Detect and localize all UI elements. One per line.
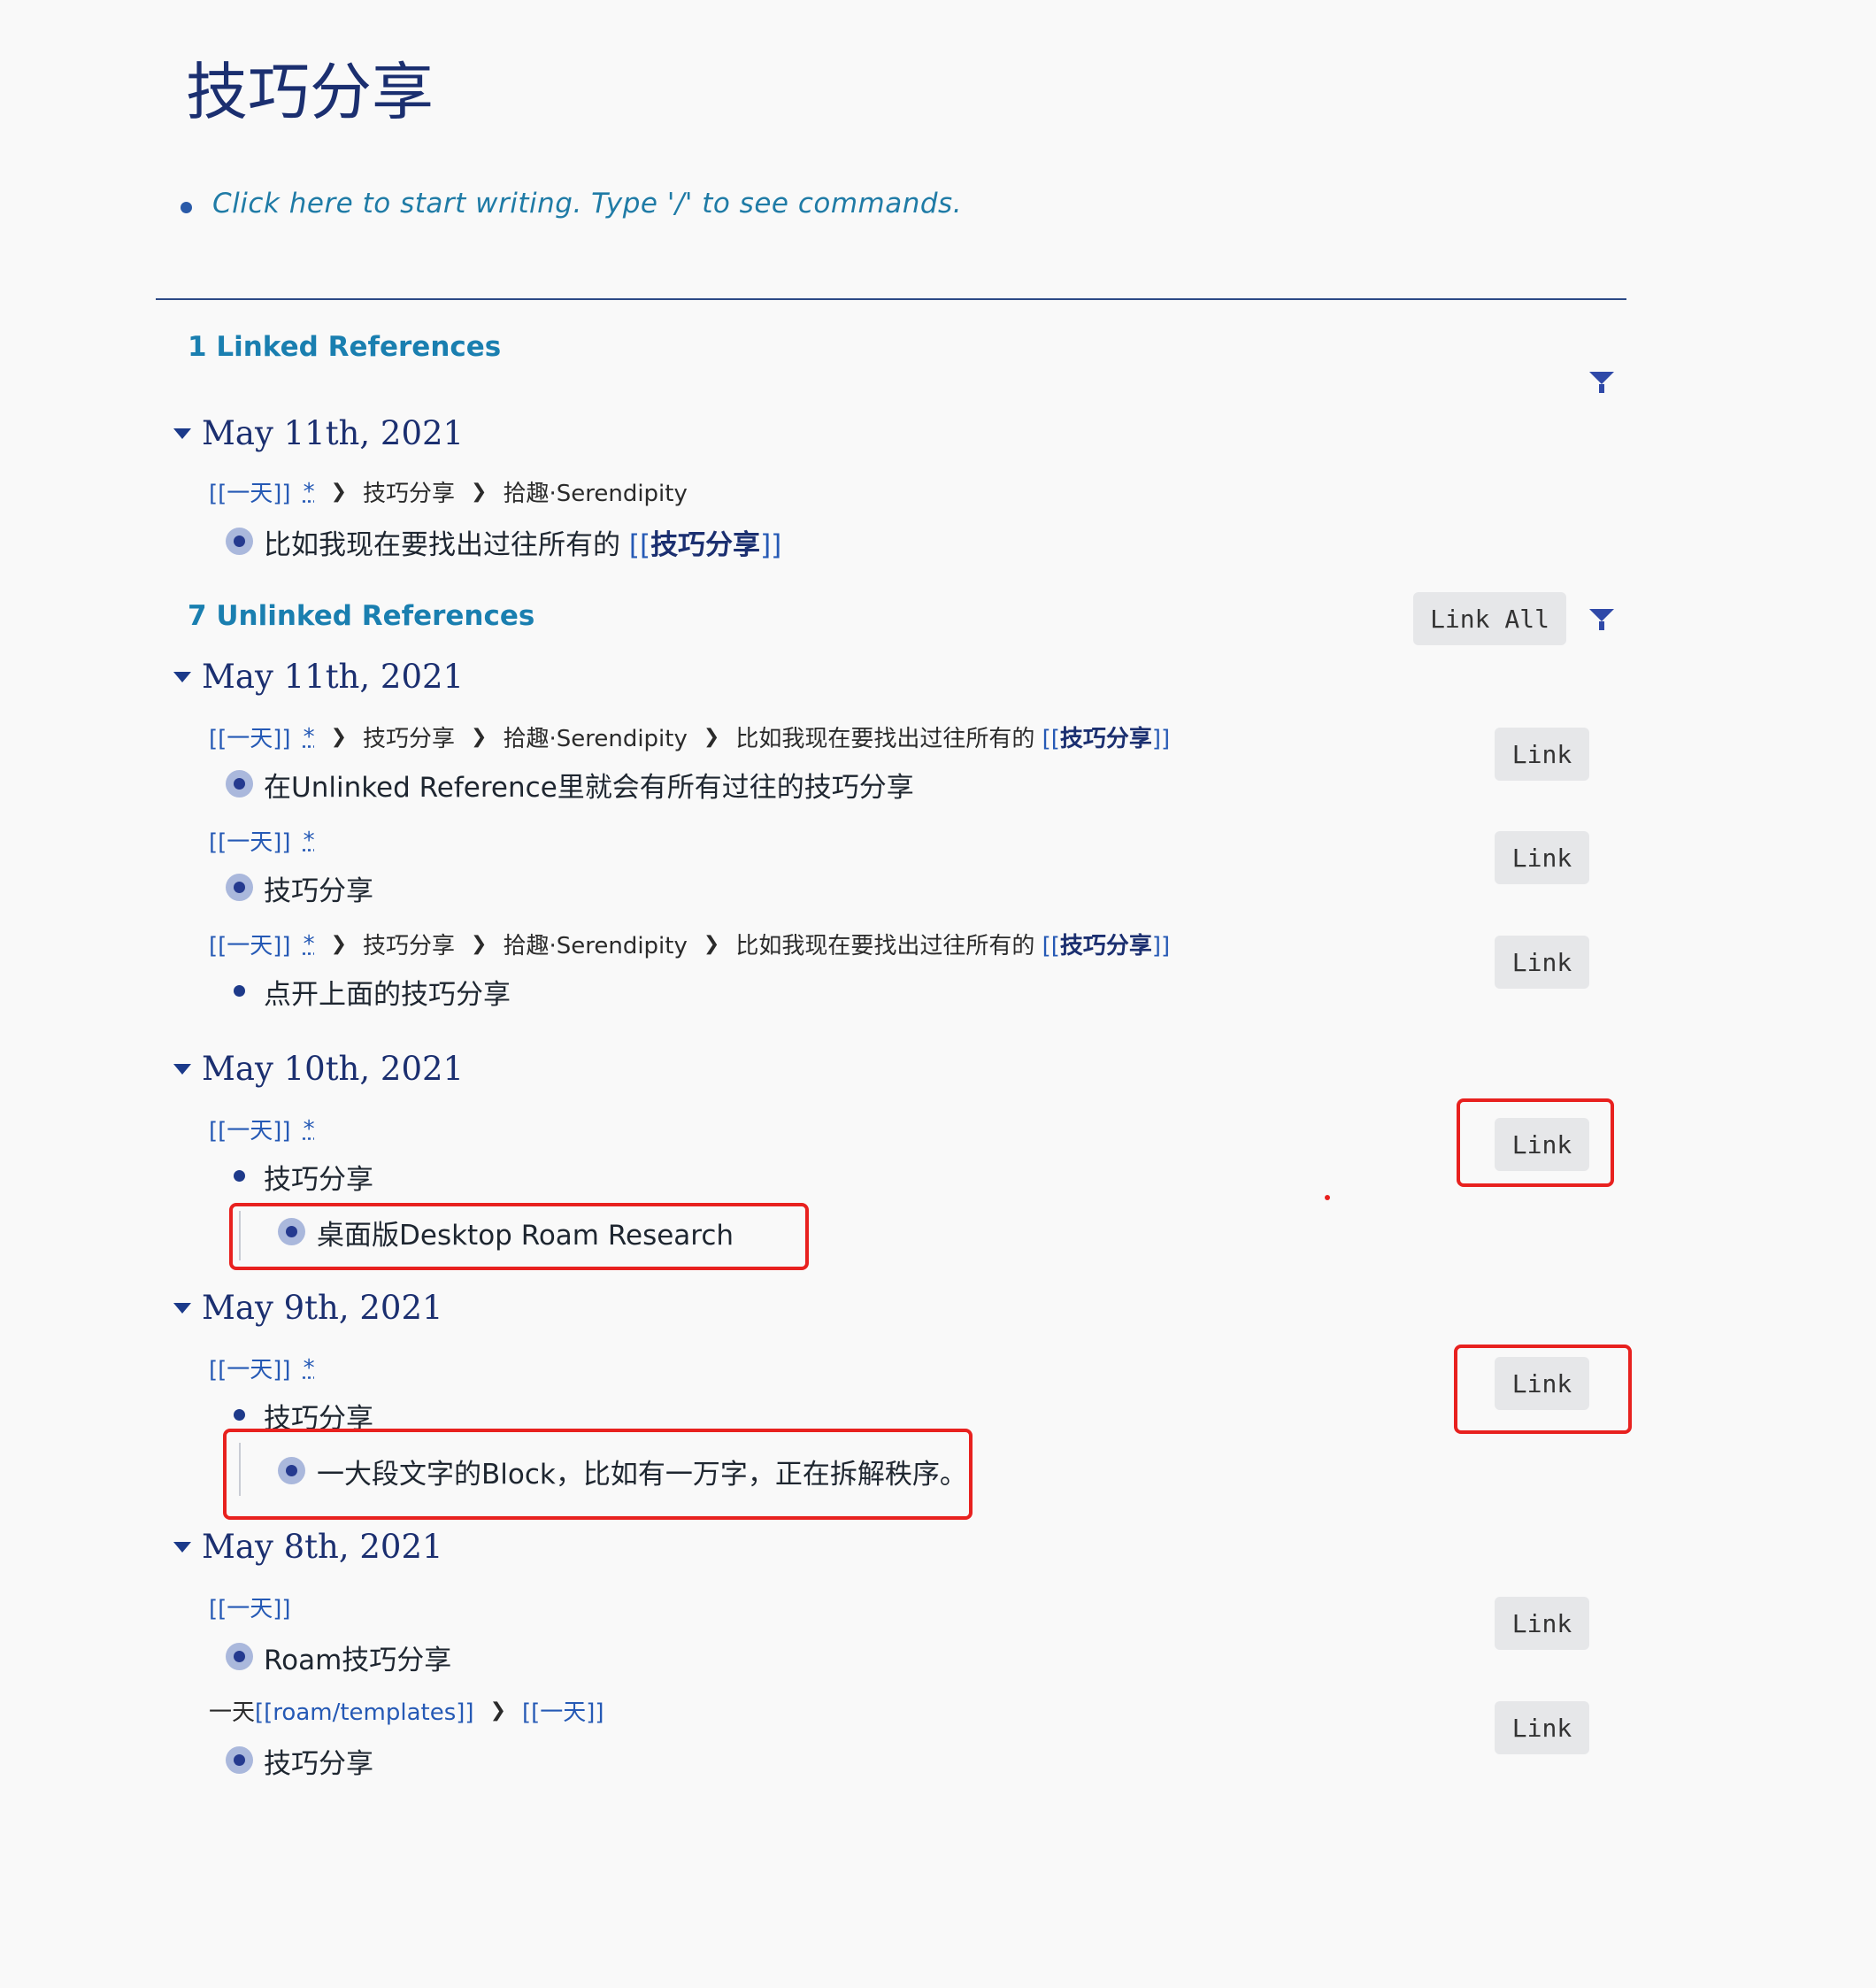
- breadcrumb: [[一天]] * ❯ 技巧分享 ❯ 拾趣·Serendipity: [209, 475, 688, 508]
- collapsed-bullet-icon[interactable]: [226, 770, 253, 798]
- collapse-caret-icon[interactable]: [173, 1303, 191, 1314]
- reference-block[interactable]: 技巧分享: [264, 1741, 373, 1781]
- link-all-button[interactable]: Link All: [1413, 592, 1566, 645]
- chevron-right-icon: ❯: [703, 933, 720, 955]
- breadcrumb: [[一天]] * ❯ 技巧分享 ❯ 拾趣·Serendipity ❯ 比如我现在…: [209, 928, 1170, 960]
- breadcrumb: [[一天]] *: [209, 1352, 315, 1384]
- breadcrumb: [[一天]] *: [209, 824, 315, 857]
- chevron-right-icon: ❯: [703, 726, 720, 748]
- linked-references-heading[interactable]: 1 Linked References: [188, 331, 501, 363]
- reference-date[interactable]: May 11th, 2021: [202, 414, 464, 452]
- page-reference[interactable]: 技巧分享: [1060, 933, 1152, 959]
- linked-filter-icon[interactable]: [1589, 372, 1614, 393]
- chevron-right-icon: ❯: [471, 726, 488, 748]
- breadcrumb-link[interactable]: *: [304, 931, 315, 958]
- reference-date[interactable]: May 11th, 2021: [202, 658, 464, 696]
- link-button[interactable]: Link: [1495, 936, 1589, 989]
- breadcrumb-link[interactable]: [[一天]]: [522, 1694, 604, 1727]
- chevron-right-icon: ❯: [471, 933, 488, 955]
- reference-block[interactable]: 技巧分享: [264, 1157, 373, 1197]
- link-button[interactable]: Link: [1495, 1701, 1589, 1754]
- collapsed-bullet-icon[interactable]: [226, 528, 253, 555]
- breadcrumb-link[interactable]: [[一天]]: [209, 475, 291, 508]
- breadcrumb-item[interactable]: 拾趣·Serendipity: [503, 475, 687, 508]
- breadcrumb-link[interactable]: [[一天]]: [209, 928, 291, 960]
- chevron-right-icon: ❯: [471, 481, 488, 503]
- collapsed-bullet-icon[interactable]: [226, 1643, 253, 1670]
- empty-block-placeholder[interactable]: Click here to start writing. Type '/' to…: [212, 188, 962, 220]
- breadcrumb-item[interactable]: 比如我现在要找出过往所有的 [[技巧分享]]: [735, 720, 1170, 753]
- reference-date[interactable]: May 10th, 2021: [202, 1050, 464, 1088]
- reference-block[interactable]: 比如我现在要找出过往所有的 [[技巧分享]]: [264, 522, 781, 562]
- breadcrumb-item[interactable]: 比如我现在要找出过往所有的 [[技巧分享]]: [735, 928, 1170, 960]
- block-bullet[interactable]: [181, 202, 192, 213]
- page-reference[interactable]: 技巧分享: [650, 529, 760, 561]
- breadcrumb-link[interactable]: *: [304, 724, 315, 751]
- reference-block[interactable]: Roam技巧分享: [264, 1637, 451, 1677]
- breadcrumb-link[interactable]: *: [304, 1116, 315, 1143]
- collapsed-bullet-icon[interactable]: [226, 874, 253, 901]
- unlinked-filter-icon[interactable]: [1589, 609, 1614, 630]
- page-reference[interactable]: [[roam/templates]]: [255, 1699, 474, 1726]
- breadcrumb-link[interactable]: [[一天]]: [209, 824, 291, 857]
- breadcrumb: [[一天]] * ❯ 技巧分享 ❯ 拾趣·Serendipity ❯ 比如我现在…: [209, 720, 1170, 753]
- reference-block[interactable]: 在Unlinked Reference里就会有所有过往的技巧分享: [264, 765, 914, 805]
- collapse-caret-icon[interactable]: [173, 1064, 191, 1075]
- annotation-dot: [1325, 1195, 1330, 1200]
- link-button[interactable]: Link: [1495, 728, 1589, 781]
- chevron-right-icon: ❯: [330, 933, 348, 955]
- page-title[interactable]: 技巧分享: [186, 42, 434, 132]
- link-button[interactable]: Link: [1495, 1118, 1589, 1171]
- block-bullet[interactable]: [234, 1170, 245, 1182]
- collapse-caret-icon[interactable]: [173, 672, 191, 682]
- breadcrumb-link[interactable]: [[一天]]: [209, 1591, 291, 1623]
- chevron-right-icon: ❯: [489, 1699, 506, 1722]
- breadcrumb-item[interactable]: 拾趣·Serendipity: [503, 720, 687, 753]
- chevron-right-icon: ❯: [330, 726, 348, 748]
- breadcrumb-link[interactable]: [[一天]]: [209, 720, 291, 753]
- breadcrumb: 一天[[roam/templates]] ❯ [[一天]]: [209, 1694, 604, 1727]
- unlinked-references-heading[interactable]: 7 Unlinked References: [188, 600, 534, 632]
- reference-date[interactable]: May 9th, 2021: [202, 1289, 443, 1327]
- references-divider: [156, 298, 1626, 300]
- collapse-caret-icon[interactable]: [173, 1542, 191, 1553]
- breadcrumb-item[interactable]: 拾趣·Serendipity: [503, 928, 687, 960]
- reference-block[interactable]: 技巧分享: [264, 868, 373, 908]
- chevron-right-icon: ❯: [330, 481, 348, 503]
- link-button[interactable]: Link: [1495, 831, 1589, 884]
- breadcrumb-item[interactable]: 一天[[roam/templates]]: [209, 1694, 474, 1727]
- breadcrumb-link[interactable]: *: [304, 479, 315, 505]
- link-button[interactable]: Link: [1495, 1597, 1589, 1650]
- collapse-caret-icon[interactable]: [173, 428, 191, 439]
- annotation-highlight-box: [229, 1203, 809, 1270]
- breadcrumb-link[interactable]: [[一天]]: [209, 1352, 291, 1384]
- breadcrumb-item[interactable]: 技巧分享: [363, 475, 455, 508]
- reference-date[interactable]: May 8th, 2021: [202, 1528, 443, 1566]
- breadcrumb-link[interactable]: *: [304, 1355, 315, 1382]
- breadcrumb-link[interactable]: [[一天]]: [209, 1113, 291, 1145]
- block-bullet[interactable]: [234, 985, 245, 997]
- breadcrumb: [[一天]]: [209, 1591, 291, 1623]
- breadcrumb-item[interactable]: 技巧分享: [363, 720, 455, 753]
- breadcrumb-item[interactable]: 技巧分享: [363, 928, 455, 960]
- page-reference[interactable]: 技巧分享: [1060, 726, 1152, 752]
- annotation-highlight-box: [223, 1429, 973, 1520]
- breadcrumb: [[一天]] *: [209, 1113, 315, 1145]
- collapsed-bullet-icon[interactable]: [226, 1746, 253, 1774]
- breadcrumb-link[interactable]: *: [304, 828, 315, 854]
- reference-block[interactable]: 点开上面的技巧分享: [264, 972, 511, 1012]
- link-button[interactable]: Link: [1495, 1357, 1589, 1410]
- block-bullet[interactable]: [234, 1409, 245, 1421]
